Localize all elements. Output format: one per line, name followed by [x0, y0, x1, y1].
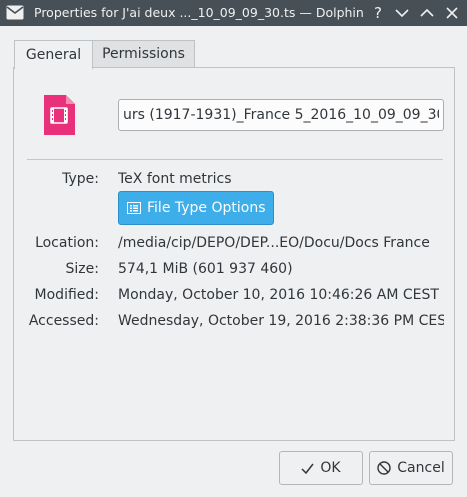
divider: [27, 159, 443, 160]
mail-window-icon: [6, 5, 24, 20]
minimize-button[interactable]: [392, 3, 412, 23]
window-title: Properties for J'ai deux ..._10_09_09_30…: [34, 5, 364, 20]
type-value: TeX font metrics: [118, 171, 232, 187]
accessed-value: Wednesday, October 19, 2016 2:38:36 PM C…: [118, 313, 444, 329]
size-label: Size:: [65, 261, 99, 277]
list-icon: [127, 202, 141, 214]
file-type-options-button[interactable]: File Type Options: [118, 191, 274, 225]
ok-button[interactable]: OK: [279, 451, 363, 485]
help-button[interactable]: ?: [368, 3, 388, 23]
modified-value: Monday, October 10, 2016 10:46:26 AM CES…: [118, 287, 439, 303]
check-icon: [301, 463, 314, 474]
ok-label: OK: [320, 460, 341, 476]
tab-permissions[interactable]: Permissions: [93, 40, 195, 68]
title-bar: Properties for J'ai deux ..._10_09_09_30…: [0, 0, 467, 26]
close-icon: [446, 7, 458, 19]
close-button[interactable]: [442, 3, 462, 23]
file-name-input[interactable]: [119, 100, 443, 130]
chevron-down-icon: [395, 9, 409, 18]
tab-general[interactable]: General: [14, 40, 93, 69]
cancel-icon: [377, 461, 391, 475]
file-name-field[interactable]: [118, 99, 444, 131]
type-label: Type:: [62, 171, 99, 187]
size-value: 574,1 MiB (601 937 460): [118, 261, 293, 277]
cancel-label: Cancel: [397, 460, 445, 476]
cancel-button[interactable]: Cancel: [369, 451, 453, 485]
accessed-label: Accessed:: [28, 313, 99, 329]
location-value: /media/cip/DEPO/DEP...EO/Docu/Docs Franc…: [118, 235, 430, 251]
modified-label: Modified:: [34, 287, 99, 303]
chevron-up-icon: [420, 8, 434, 17]
video-file-icon: [44, 95, 75, 135]
maximize-button[interactable]: [417, 3, 437, 23]
file-type-options-label: File Type Options: [147, 200, 266, 216]
location-label: Location:: [35, 235, 99, 251]
